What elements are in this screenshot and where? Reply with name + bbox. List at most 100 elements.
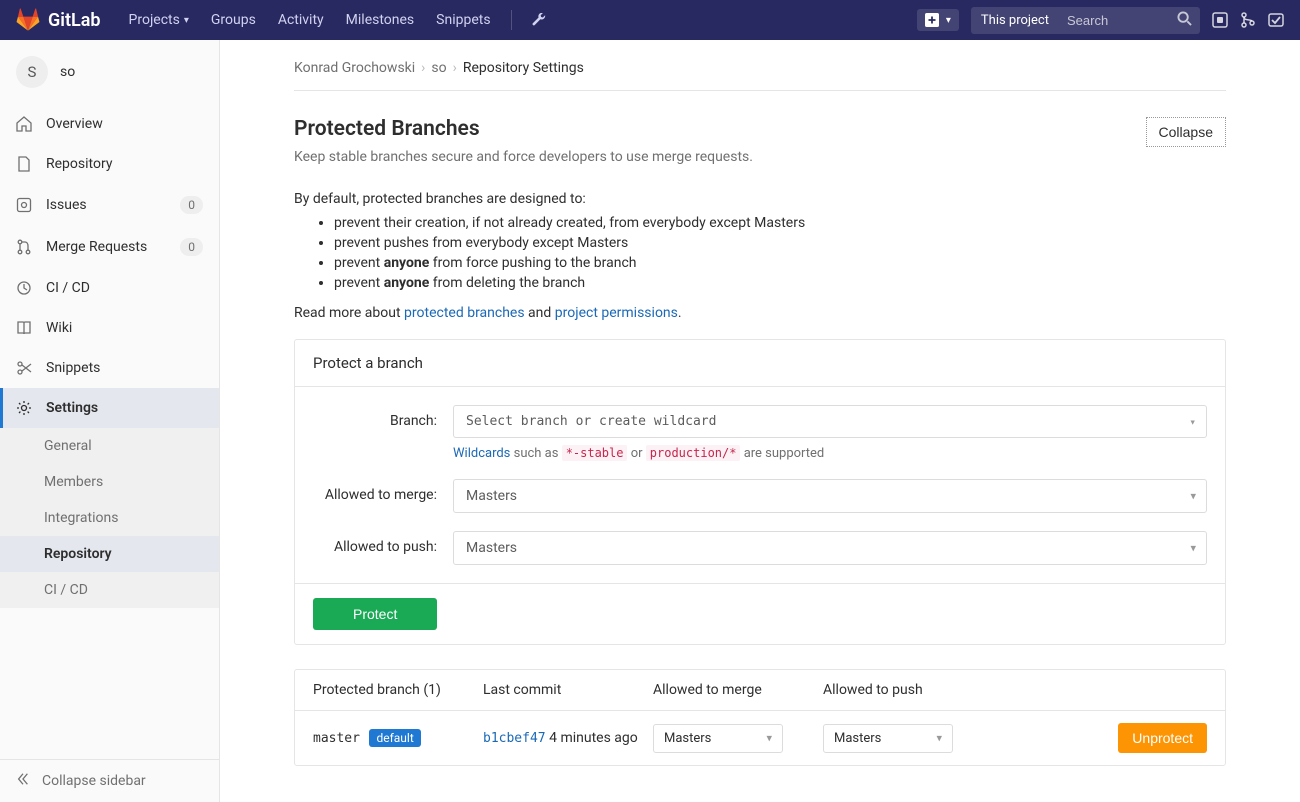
issues-icon: [16, 197, 32, 213]
unprotect-button[interactable]: Unprotect: [1118, 723, 1207, 753]
branch-select[interactable]: Select branch or create wildcard ▾: [453, 405, 1207, 438]
th-commit: Last commit: [483, 682, 653, 698]
sidebar-item-wiki[interactable]: Wiki: [0, 308, 219, 348]
plus-square-icon: [925, 13, 939, 27]
breadcrumb-owner[interactable]: Konrad Grochowski: [294, 60, 415, 76]
collapse-sidebar[interactable]: Collapse sidebar: [0, 759, 219, 802]
search-icon: [1177, 11, 1192, 26]
select-value: Masters: [466, 540, 517, 556]
mr-count-badge: 0: [180, 238, 203, 256]
gitlab-logo[interactable]: GitLab: [16, 8, 101, 32]
sidebar-item-repository[interactable]: Repository: [0, 144, 219, 184]
protected-branches-table: Protected branch (1) Last commit Allowed…: [294, 669, 1226, 766]
nav-milestones[interactable]: Milestones: [336, 0, 425, 40]
top-navbar: GitLab Projects▾ Groups Activity Milesto…: [0, 0, 1300, 40]
sidebar-item-settings[interactable]: Settings: [0, 388, 219, 428]
book-icon: [16, 320, 32, 336]
bullet-item: prevent their creation, if not already c…: [334, 215, 1226, 231]
nav-projects[interactable]: Projects▾: [119, 0, 199, 40]
sidebar-item-label: Wiki: [46, 320, 72, 336]
select-value: Masters: [466, 488, 517, 504]
commit-time: 4 minutes ago: [549, 730, 638, 746]
merge-label: Allowed to merge:: [313, 479, 453, 503]
nav-issues-icon[interactable]: [1212, 12, 1228, 28]
select-value: Masters: [664, 731, 711, 746]
subnav-members[interactable]: Members: [0, 464, 219, 500]
chevron-down-icon: ▾: [946, 15, 951, 26]
sidebar-item-overview[interactable]: Overview: [0, 104, 219, 144]
nav-todos-icon[interactable]: [1268, 12, 1284, 28]
collapse-section-button[interactable]: Collapse: [1146, 117, 1226, 147]
sidebar-item-label: Repository: [46, 156, 112, 172]
bullet-item: prevent anyone from force pushing to the…: [334, 255, 1226, 271]
search-box: This project: [971, 7, 1200, 34]
allowed-push-select[interactable]: Masters ▾: [453, 531, 1207, 565]
nav-wrench[interactable]: [522, 0, 556, 40]
scissors-icon: [16, 360, 32, 376]
doc-icon: [16, 156, 32, 172]
commit-hash-link[interactable]: b1cbef47: [483, 731, 546, 746]
sidebar: S so Overview Repository Issues 0 Merge …: [0, 40, 220, 802]
intro-text: By default, protected branches are desig…: [294, 191, 1226, 207]
branch-name: master: [313, 731, 360, 746]
search-button[interactable]: [1169, 11, 1200, 30]
brand-text: GitLab: [48, 10, 101, 31]
sidebar-item-label: CI / CD: [46, 280, 90, 296]
readmore-line: Read more about protected branches and p…: [294, 305, 1226, 321]
search-scope[interactable]: This project: [971, 7, 1059, 34]
select-value: Masters: [834, 731, 881, 746]
protect-button[interactable]: Protect: [313, 598, 437, 630]
subnav-cicd[interactable]: CI / CD: [0, 572, 219, 608]
sidebar-project-header[interactable]: S so: [0, 40, 219, 104]
sidebar-item-label: Merge Requests: [46, 239, 147, 255]
collapse-icon: [16, 772, 30, 790]
bullet-item: prevent anyone from deleting the branch: [334, 275, 1226, 291]
project-avatar: S: [16, 56, 48, 88]
sidebar-item-label: Overview: [46, 116, 103, 132]
code-example: *-stable: [562, 445, 628, 461]
issues-count-badge: 0: [180, 196, 203, 214]
subnav-repository[interactable]: Repository: [0, 536, 219, 572]
default-badge: default: [369, 729, 420, 747]
sidebar-item-cicd[interactable]: CI / CD: [0, 268, 219, 308]
section-title: Protected Branches: [294, 117, 753, 141]
breadcrumbs: Konrad Grochowski › so › Repository Sett…: [294, 60, 1226, 91]
subnav-general[interactable]: General: [0, 428, 219, 464]
breadcrumb-project[interactable]: so: [431, 60, 446, 76]
wildcards-link[interactable]: Wildcards: [453, 446, 510, 461]
allowed-merge-select[interactable]: Masters ▾: [453, 479, 1207, 513]
sidebar-item-merge-requests[interactable]: Merge Requests 0: [0, 226, 219, 268]
chevron-down-icon: ▾: [1190, 490, 1196, 503]
push-label: Allowed to push:: [313, 531, 453, 555]
project-permissions-link[interactable]: project permissions: [555, 305, 678, 321]
breadcrumb-current: Repository Settings: [463, 60, 584, 76]
nav-snippets[interactable]: Snippets: [426, 0, 500, 40]
row-merge-select[interactable]: Masters ▾: [653, 724, 783, 753]
search-input[interactable]: [1059, 7, 1169, 34]
wrench-icon: [532, 13, 546, 27]
wildcard-hint: Wildcards such as *-stable or production…: [453, 446, 1207, 461]
th-merge: Allowed to merge: [653, 682, 823, 698]
protect-branch-panel: Protect a branch Branch: Select branch o…: [294, 339, 1226, 645]
chevron-down-icon: ▾: [1190, 542, 1196, 555]
bullets-list: prevent their creation, if not already c…: [334, 215, 1226, 291]
sidebar-item-snippets[interactable]: Snippets: [0, 348, 219, 388]
th-push: Allowed to push: [823, 682, 993, 698]
branch-select-value: Select branch or create wildcard: [466, 414, 716, 429]
new-dropdown[interactable]: ▾: [917, 9, 959, 31]
code-example: production/*: [646, 445, 741, 461]
nav-groups[interactable]: Groups: [201, 0, 266, 40]
nav-activity[interactable]: Activity: [268, 0, 334, 40]
protected-branches-link[interactable]: protected branches: [404, 305, 525, 321]
row-push-select[interactable]: Masters ▾: [823, 724, 953, 753]
sidebar-item-issues[interactable]: Issues 0: [0, 184, 219, 226]
nav-divider: [511, 10, 512, 30]
project-name: so: [60, 64, 75, 80]
nav-merge-icon[interactable]: [1240, 12, 1256, 28]
breadcrumb-sep: ›: [453, 60, 457, 76]
bullet-item: prevent pushes from everybody except Mas…: [334, 235, 1226, 251]
chevron-down-icon: ▾: [766, 732, 772, 745]
th-branch: Protected branch (1): [313, 682, 483, 698]
subnav-integrations[interactable]: Integrations: [0, 500, 219, 536]
breadcrumb-sep: ›: [421, 60, 425, 76]
